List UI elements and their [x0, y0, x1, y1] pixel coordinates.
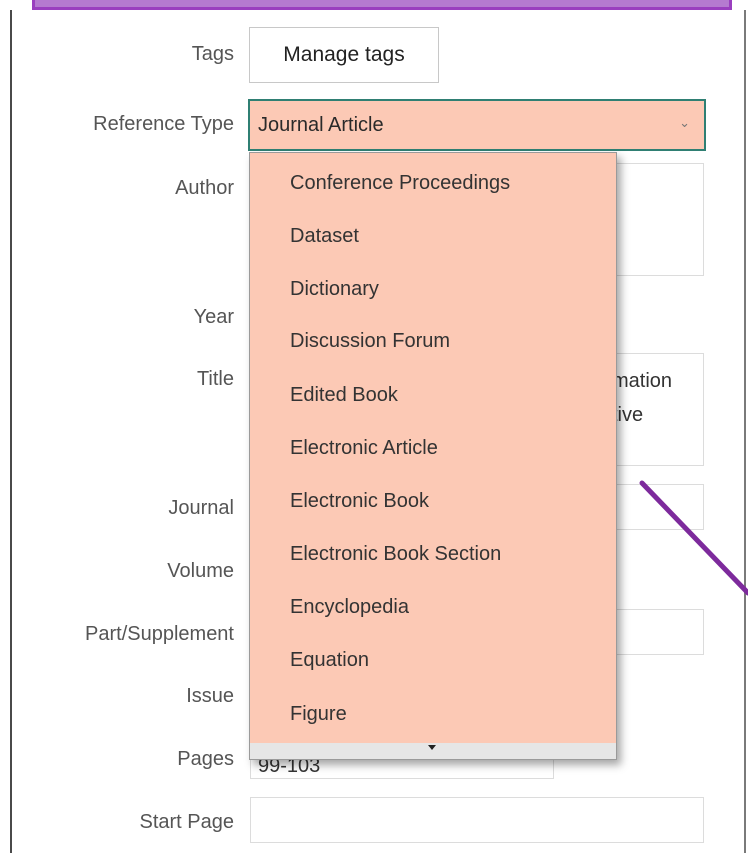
dropdown-item[interactable]: Electronic Book [290, 490, 429, 513]
dropdown-item[interactable]: Edited Book [290, 384, 398, 407]
reference-type-dropdown[interactable]: Conference Proceedings Dataset Dictionar… [249, 152, 617, 760]
dropdown-scrollbar[interactable] [250, 743, 616, 759]
dropdown-item[interactable]: Dataset [290, 225, 359, 248]
scroll-down-arrow-icon[interactable] [428, 745, 436, 750]
reference-edit-panel: Tags Reference Type Author Year Title Jo… [0, 0, 748, 853]
dropdown-item[interactable]: Discussion Forum [290, 330, 450, 353]
dropdown-item[interactable]: Electronic Book Section [290, 543, 501, 566]
dropdown-item[interactable]: Dictionary [290, 278, 379, 301]
dropdown-item[interactable]: Electronic Article [290, 437, 438, 460]
dropdown-item[interactable]: Figure [290, 703, 347, 726]
dropdown-item[interactable]: Encyclopedia [290, 596, 409, 619]
dropdown-item[interactable]: Equation [290, 649, 369, 672]
dropdown-item[interactable]: Conference Proceedings [290, 172, 510, 195]
